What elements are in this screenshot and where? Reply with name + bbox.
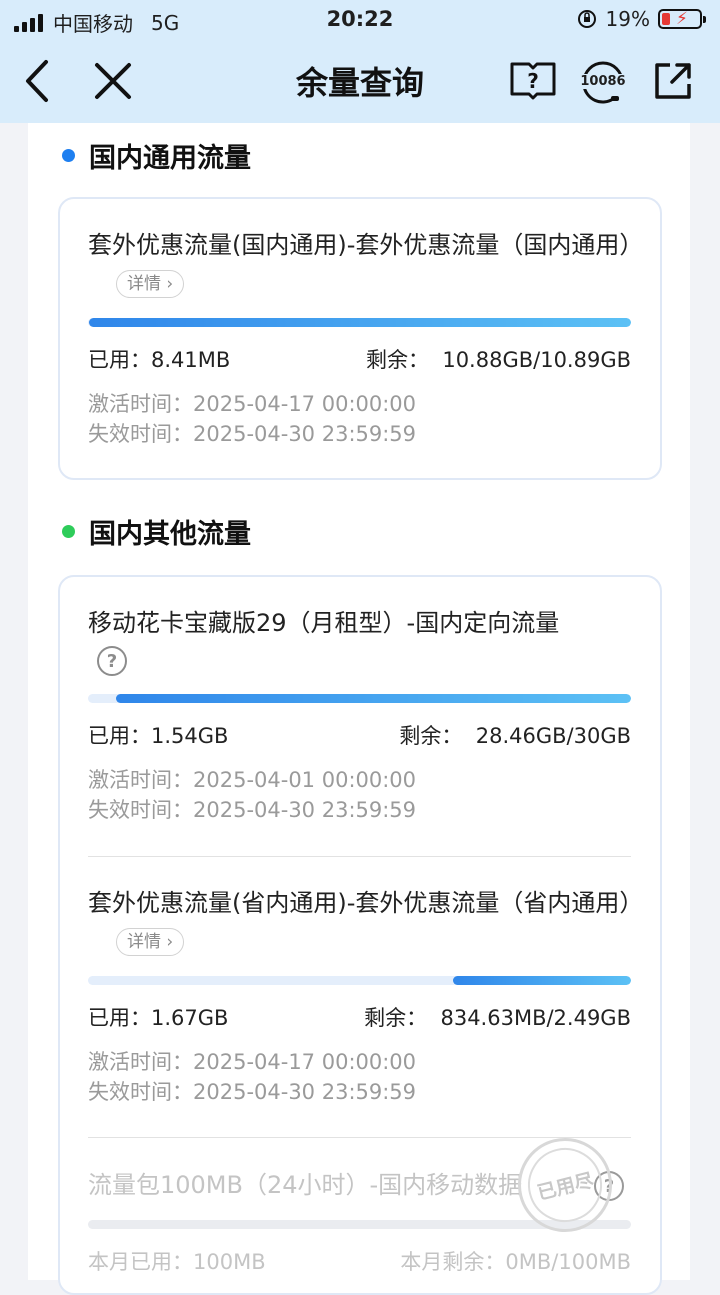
package-title: 移动花卡宝藏版29（月租型）-国内定向流量 [88, 604, 633, 642]
question-icon: ? [97, 646, 127, 676]
validity-info: 激活时间：2025-04-17 00:00:00 失效时间：2025-04-30… [88, 1047, 416, 1107]
used-up-stamp-text: 已用尽 [520, 1140, 610, 1230]
remain-label: 剩余： [365, 348, 429, 372]
usage-row: 已用：1.67GB 剩余： 834.63MB/2.49GB [88, 1002, 631, 1032]
usage-progress-fill [88, 318, 631, 327]
activate-time: 2025-04-01 00:00:00 [193, 768, 417, 792]
used-value: 1.54GB [151, 724, 229, 748]
used-label: 已用： [88, 348, 151, 372]
activate-time: 2025-04-17 00:00:00 [193, 392, 417, 416]
usage-progress [88, 318, 631, 327]
remain-label: 本月剩余： [400, 1250, 506, 1274]
hotline-number: 10086 [580, 74, 626, 89]
used-label: 本月已用： [88, 1250, 193, 1274]
validity-info: 激活时间：2025-04-01 00:00:00 失效时间：2025-04-30… [88, 765, 416, 825]
usage-progress [88, 976, 631, 985]
section-heading-domestic-other: 国内其他流量 [62, 512, 251, 551]
svg-text:?: ? [527, 69, 539, 93]
green-dot-icon [62, 525, 75, 538]
used-label: 已用： [88, 724, 151, 748]
usage-row: 本月已用：100MB 本月剩余：0MB/100MB [88, 1246, 631, 1276]
activate-label: 激活时间： [88, 392, 193, 416]
validity-info: 激活时间：2025-04-17 00:00:00 失效时间：2025-04-30… [88, 389, 416, 449]
battery-percent: 19% [605, 7, 650, 31]
share-button[interactable] [648, 58, 698, 104]
rotation-lock-icon [577, 10, 596, 28]
divider [88, 856, 631, 857]
package-title: 套外优惠流量(国内通用)-套外优惠流量（国内通用） 详情 › [88, 226, 643, 302]
status-bar: 中国移动 5G 20:22 19% ⚡ [0, 0, 720, 40]
help-button[interactable]: ? [508, 58, 558, 104]
used-value: 1.67GB [151, 1006, 229, 1030]
usage-progress-fill [453, 976, 631, 985]
expire-time: 2025-04-30 23:59:59 [193, 1080, 417, 1104]
used-value: 100MB [193, 1250, 266, 1274]
hotline-button[interactable]: 10086 [574, 58, 632, 104]
remain-value: 834.63MB/2.49GB [440, 1006, 631, 1030]
expire-time: 2025-04-30 23:59:59 [193, 798, 417, 822]
help-button[interactable]: ? [97, 646, 127, 676]
remain-label: 剩余： [364, 1006, 428, 1030]
remain-value: 0MB/100MB [505, 1250, 631, 1274]
help-book-icon: ? [510, 62, 556, 100]
blue-dot-icon [62, 149, 75, 162]
detail-button[interactable]: 详情 › [116, 928, 185, 956]
expire-label: 失效时间： [88, 1080, 193, 1104]
activate-time: 2025-04-17 00:00:00 [193, 1050, 417, 1074]
section-heading-domestic-general: 国内通用流量 [62, 136, 251, 175]
remain-label: 剩余： [399, 724, 463, 748]
remain-value: 28.46GB/30GB [475, 724, 631, 748]
usage-row: 已用：8.41MB 剩余： 10.88GB/10.89GB [88, 344, 631, 374]
used-label: 已用： [88, 1006, 151, 1030]
expire-time: 2025-04-30 23:59:59 [193, 422, 417, 446]
nav-bar: 余量查询 ? 10086 [0, 40, 720, 123]
usage-progress [88, 694, 631, 703]
section-title: 国内其他流量 [89, 519, 251, 550]
package-title-text: 套外优惠流量(省内通用)-套外优惠流量（省内通用） [88, 889, 644, 917]
usage-progress-fill [115, 694, 631, 703]
battery-icon: ⚡ [658, 9, 706, 29]
package-title-text: 移动花卡宝藏版29（月租型）-国内定向流量 [88, 609, 560, 637]
activate-label: 激活时间： [88, 1050, 193, 1074]
status-right: 19% ⚡ [576, 7, 706, 31]
activate-label: 激活时间： [88, 768, 193, 792]
package-title-text: 套外优惠流量(国内通用)-套外优惠流量（国内通用） [88, 231, 644, 259]
remain-value: 10.88GB/10.89GB [442, 348, 631, 372]
share-icon [655, 63, 691, 99]
used-value: 8.41MB [151, 348, 231, 372]
divider [88, 1137, 631, 1138]
detail-label: 详情 [127, 274, 161, 294]
expire-label: 失效时间： [88, 798, 193, 822]
detail-label: 详情 [127, 932, 161, 952]
usage-row: 已用：1.54GB 剩余： 28.46GB/30GB [88, 720, 631, 750]
expire-label: 失效时间： [88, 422, 193, 446]
package-title-text: 流量包100MB（24小时）-国内移动数据 [88, 1171, 523, 1199]
package-title: 套外优惠流量(省内通用)-套外优惠流量（省内通用） 详情 › [88, 884, 643, 960]
section-title: 国内通用流量 [89, 143, 251, 174]
detail-button[interactable]: 详情 › [116, 270, 185, 298]
